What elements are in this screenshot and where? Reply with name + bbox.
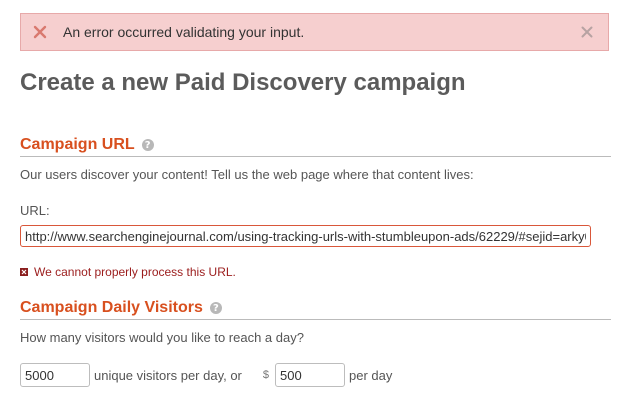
visitors-suffix: unique visitors per day, or (94, 367, 242, 383)
campaign-url-heading-text: Campaign URL (20, 136, 135, 153)
url-error-text: We cannot properly process this URL. (34, 265, 236, 279)
error-icon (20, 268, 28, 276)
error-alert-message: An error occurred validating your input. (63, 24, 305, 40)
url-input[interactable] (20, 225, 591, 247)
help-icon[interactable]: ? (209, 302, 222, 314)
visitors-row: unique visitors per day, or $ per day (20, 363, 392, 387)
visitors-input[interactable] (20, 363, 90, 387)
page-title: Create a new Paid Discovery campaign (20, 69, 466, 96)
help-icon[interactable]: ? (141, 139, 154, 151)
budget-suffix: per day (349, 367, 393, 383)
campaign-url-description: Our users discover your content! Tell us… (20, 167, 474, 182)
budget-input[interactable] (275, 363, 346, 387)
daily-visitors-heading: Campaign Daily Visitors ? (20, 299, 222, 317)
close-icon[interactable] (578, 23, 596, 41)
section-divider (20, 319, 611, 320)
url-label: URL: (20, 203, 50, 218)
error-x-icon (31, 23, 49, 41)
section-divider (20, 156, 611, 157)
daily-visitors-heading-text: Campaign Daily Visitors (20, 299, 203, 316)
currency-symbol: $ (262, 369, 270, 381)
error-alert: An error occurred validating your input. (20, 13, 609, 51)
campaign-url-heading: Campaign URL ? (20, 136, 154, 154)
url-error: We cannot properly process this URL. (20, 265, 236, 279)
daily-visitors-question: How many visitors would you like to reac… (20, 330, 304, 345)
